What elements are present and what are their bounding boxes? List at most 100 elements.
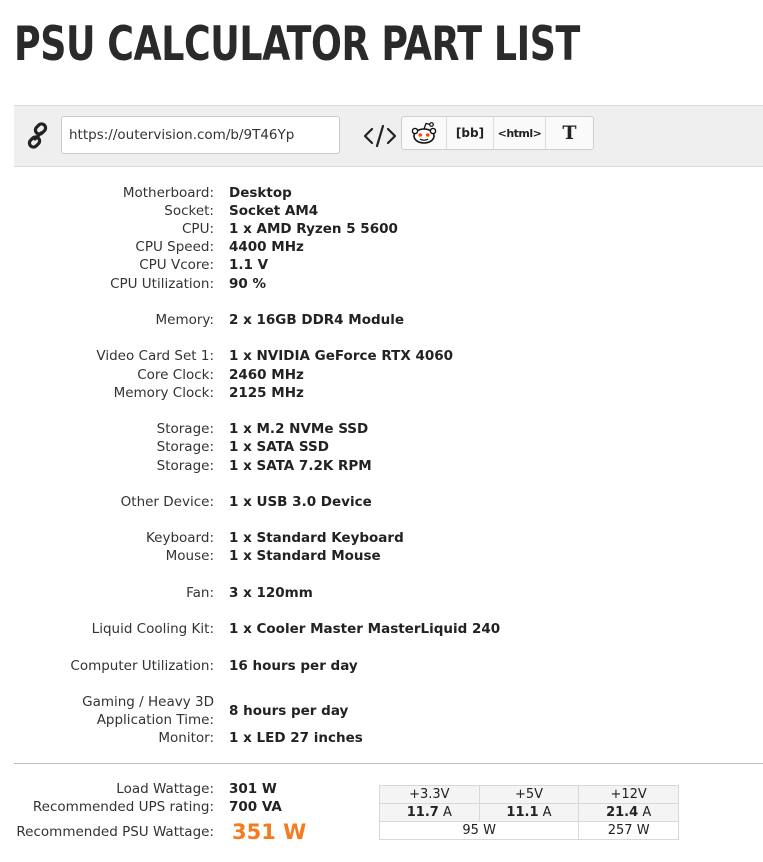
spec-row-keyboard: Keyboard: 1 x Standard Keyboard [0, 529, 763, 547]
reddit-icon [411, 122, 437, 144]
spec-row-fan: Fan: 3 x 120mm [0, 584, 763, 602]
spec-label: Computer Utilization: [70, 658, 214, 674]
spec-row-computer-utilization: Computer Utilization: 16 hours per day [0, 657, 763, 675]
spec-value: 2460 MHz [229, 367, 304, 383]
spec-value: 1 x AMD Ryzen 5 5600 [229, 221, 398, 237]
spec-label: Storage: [156, 458, 214, 474]
spec-value: 1 x Standard Keyboard [229, 530, 404, 546]
spec-row-mouse: Mouse: 1 x Standard Mouse [0, 547, 763, 565]
amps-unit: A [542, 805, 552, 820]
amps-value: 21.4 [606, 805, 639, 820]
section-divider [14, 763, 763, 764]
spec-value: 1 x LED 27 inches [229, 730, 363, 746]
spec-label: Mouse: [165, 548, 214, 564]
amps-unit: A [442, 805, 452, 820]
spec-value: Desktop [229, 185, 292, 201]
spec-label: Application Time: [96, 712, 214, 728]
spec-label: CPU: [182, 221, 214, 237]
spec-row-core-clock: Core Clock: 2460 MHz [0, 366, 763, 384]
spec-value: 3 x 120mm [229, 585, 313, 601]
html-button[interactable]: <html> [494, 117, 546, 149]
spec-label: Keyboard: [145, 530, 214, 546]
spec-row-storage: Storage: 1 x M.2 NVMe SSD [0, 420, 763, 438]
spec-row-cpu: CPU: 1 x AMD Ryzen 5 5600 [0, 220, 763, 238]
spec-value: 1 x SATA SSD [229, 439, 329, 455]
spec-value: 90 % [229, 276, 267, 292]
spec-row-storage: Storage: 1 x SATA SSD [0, 438, 763, 456]
rail-amps-5v: 11.1 A [478, 803, 580, 822]
spec-value: 1 x USB 3.0 Device [229, 494, 372, 510]
spec-row-cpu-speed: CPU Speed: 4400 MHz [0, 238, 763, 256]
spec-row-memory: Memory: 2 x 16GB DDR4 Module [0, 311, 763, 329]
spec-label: Other Device: [120, 494, 214, 510]
spec-row-other-device: Other Device: 1 x USB 3.0 Device [0, 493, 763, 511]
ups-rating-label: Recommended UPS rating: [32, 799, 214, 815]
spec-label: Liquid Cooling Kit: [91, 621, 214, 637]
spec-value: 1 x M.2 NVMe SSD [229, 421, 369, 437]
spec-label: CPU Speed: [135, 239, 214, 255]
spec-label: Socket: [164, 203, 214, 219]
spec-value: 1 x Cooler Master MasterLiquid 240 [229, 621, 501, 637]
rail-header-5v: +5V [478, 785, 580, 804]
spec-value: 1 x SATA 7.2K RPM [229, 458, 372, 474]
reddit-share-button[interactable] [402, 117, 447, 149]
spec-value: 2125 MHz [229, 385, 304, 401]
spec-label: Memory Clock: [113, 385, 214, 401]
rail-amps-3v3: 11.7 A [379, 803, 480, 822]
amps-unit: A [642, 805, 652, 820]
spec-value: 4400 MHz [229, 239, 304, 255]
spec-label: Video Card Set 1: [96, 348, 214, 364]
spec-label: Fan: [186, 585, 214, 601]
spec-row-socket: Socket: Socket AM4 [0, 202, 763, 220]
spec-label: CPU Utilization: [110, 276, 214, 292]
share-bar: [bb] <html> T [14, 105, 763, 167]
embed-code-icon[interactable] [363, 123, 397, 149]
spec-value: 1.1 V [229, 257, 269, 273]
spec-label: Storage: [156, 439, 214, 455]
spec-row-cpu-utilization: CPU Utilization: 90 % [0, 275, 763, 293]
load-wattage-value: 301 W [229, 781, 277, 797]
spec-label: Memory: [155, 312, 214, 328]
ups-rating-value: 700 VA [229, 799, 282, 815]
plain-text-button[interactable]: T [546, 117, 593, 149]
load-wattage-label: Load Wattage: [116, 781, 214, 797]
share-button-group: [bb] <html> T [401, 116, 594, 150]
spec-row-liquid-cooling: Liquid Cooling Kit: 1 x Cooler Master Mas… [0, 620, 763, 638]
spec-value: 8 hours per day [229, 703, 349, 719]
spec-row-memory-clock: Memory Clock: 2125 MHz [0, 384, 763, 402]
spec-label: Monitor: [158, 730, 214, 746]
spec-row-gaming-time: Gaming / Heavy 3D Application Time: 8 ho… [0, 693, 763, 729]
spec-row-video-card: Video Card Set 1: 1 x NVIDIA GeForce RTX … [0, 347, 763, 365]
rail-table: +3.3V +5V +12V 11.7 A 11.1 A 21.4 A 95 W… [378, 785, 679, 840]
amps-value: 11.7 [406, 805, 439, 820]
link-icon[interactable] [24, 122, 52, 150]
spec-value: 1 x NVIDIA GeForce RTX 4060 [229, 348, 454, 364]
amps-value: 11.1 [506, 805, 539, 820]
spec-label: Motherboard: [122, 185, 214, 201]
spec-row-monitor: Monitor: 1 x LED 27 inches [0, 729, 763, 747]
bbcode-button[interactable]: [bb] [447, 117, 494, 149]
spec-value: 2 x 16GB DDR4 Module [229, 312, 405, 328]
rail-amps-12v: 21.4 A [578, 803, 679, 822]
rail-header-12v: +12V [578, 785, 679, 804]
psu-wattage-label: Recommended PSU Wattage: [16, 824, 214, 840]
rail-watts-row: 95 W 257 W [378, 821, 679, 840]
spec-label: Core Clock: [137, 367, 214, 383]
rail-watts-12v: 257 W [578, 821, 679, 840]
rail-watts-low: 95 W [378, 821, 580, 840]
spec-row-cpu-vcore: CPU Vcore: 1.1 V [0, 256, 763, 274]
rail-header-row: +3.3V +5V +12V [379, 785, 679, 804]
spec-label: Gaming / Heavy 3D [82, 694, 214, 710]
spec-value: 1 x Standard Mouse [229, 548, 381, 564]
spec-row-motherboard: Motherboard: Desktop [0, 184, 763, 202]
spec-value: Socket AM4 [229, 203, 319, 219]
psu-wattage-value: 351 W [232, 820, 307, 844]
spec-label: CPU Vcore: [139, 257, 214, 273]
spec-row-storage: Storage: 1 x SATA 7.2K RPM [0, 457, 763, 475]
share-url-input[interactable] [61, 116, 340, 154]
rail-amps-row: 11.7 A 11.1 A 21.4 A [379, 803, 679, 822]
page-title: PSU CALCULATOR PART LIST [14, 17, 580, 72]
spec-label: Storage: [156, 421, 214, 437]
rail-header-3v3: +3.3V [379, 785, 480, 804]
spec-value: 16 hours per day [229, 658, 358, 674]
